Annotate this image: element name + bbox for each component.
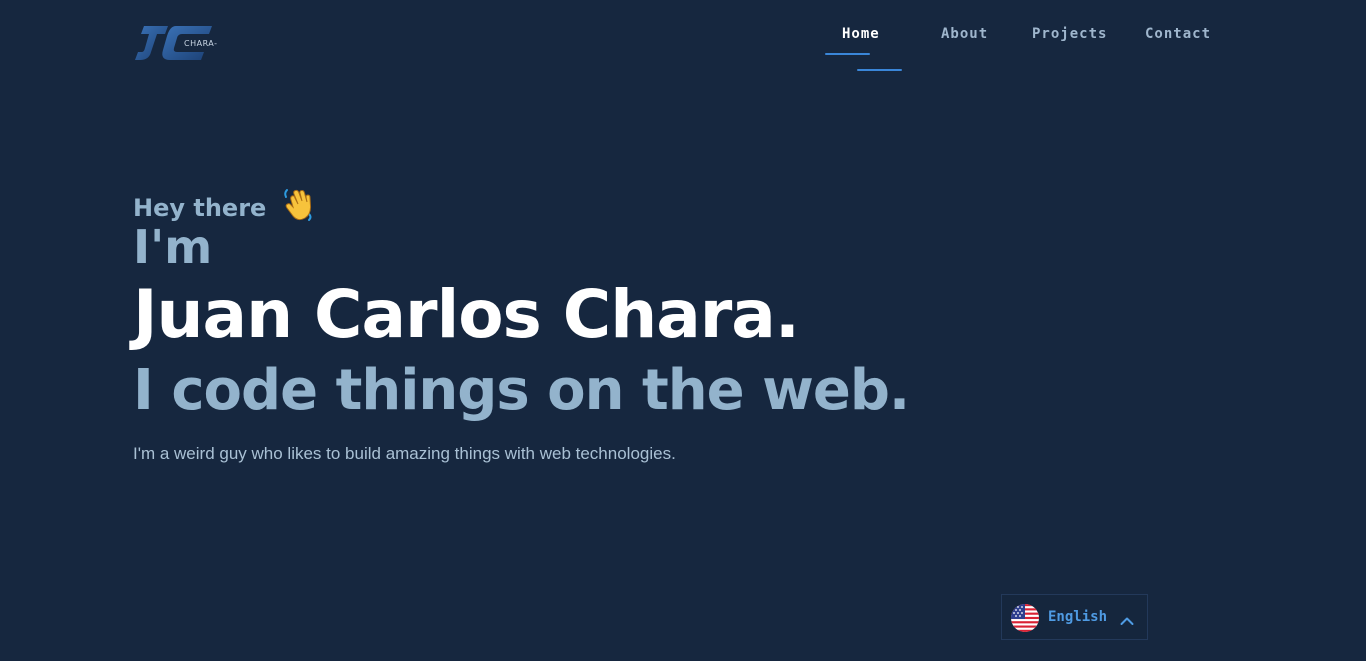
hero-description: I'm a weird guy who likes to build amazi…	[133, 444, 676, 463]
language-label: English	[1048, 609, 1108, 625]
hero-name: Juan Carlos Chara.	[133, 276, 800, 353]
nav-link-about[interactable]: About	[941, 26, 988, 42]
nav-link-contact[interactable]: Contact	[1145, 26, 1211, 42]
nav-active-underline-secondary	[857, 69, 902, 71]
hero-tagline: I code things on the web.	[133, 358, 910, 423]
nav-link-home[interactable]: Home	[842, 26, 880, 42]
language-selector[interactable]: English	[1001, 594, 1148, 640]
us-flag-icon	[1011, 604, 1039, 632]
hero-intro: I'm	[133, 220, 213, 274]
hero-greeting: Hey there	[133, 188, 315, 222]
greeting-text: Hey there	[133, 194, 267, 222]
waving-hand-icon	[281, 188, 315, 222]
nav-link-projects[interactable]: Projects	[1032, 26, 1107, 42]
main-nav: Home About Projects Contact	[0, 26, 1366, 46]
nav-active-underline	[825, 53, 870, 55]
chevron-up-icon[interactable]	[1120, 611, 1134, 625]
